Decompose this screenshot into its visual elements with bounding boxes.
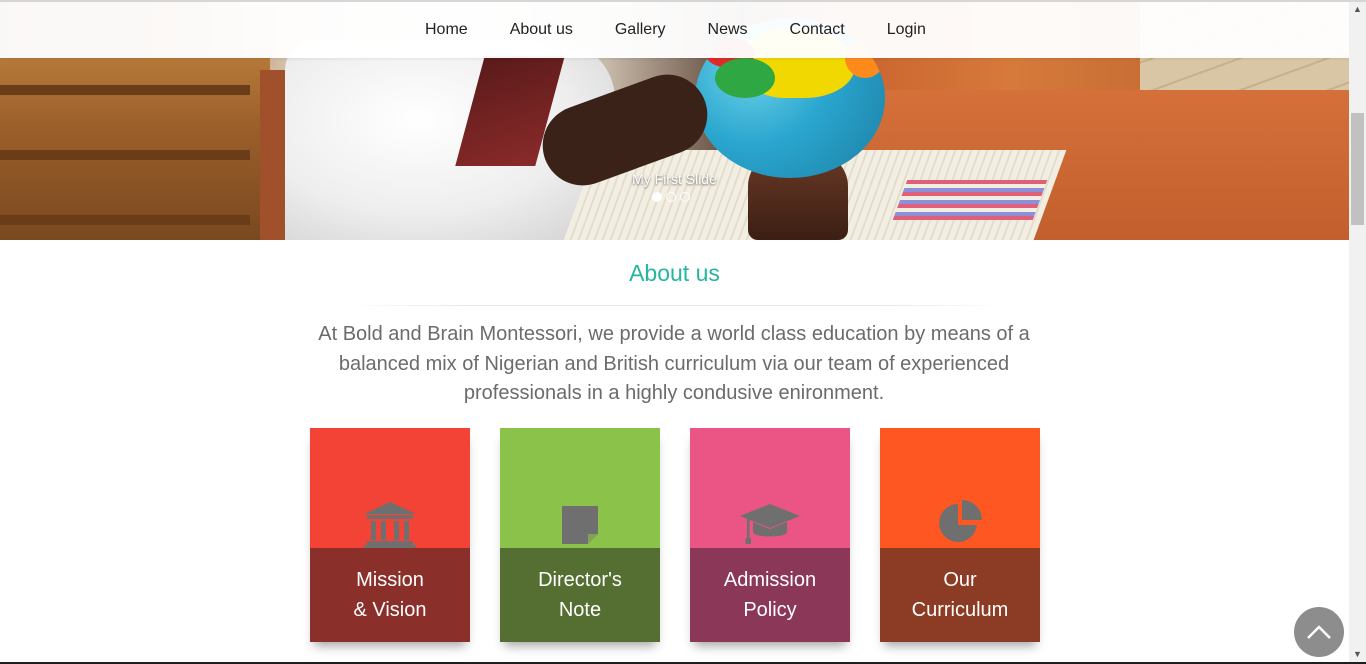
card-directors-note[interactable]: Director's Note (500, 428, 660, 642)
chevron-up-icon (1307, 625, 1331, 639)
card-top (310, 428, 470, 548)
carousel-caption: My First Slide (632, 171, 717, 187)
nav-contact[interactable]: Contact (769, 21, 866, 39)
carousel-indicator-1[interactable] (652, 192, 662, 202)
about-description: At Bold and Brain Montessori, we provide… (318, 323, 1030, 404)
scroll-up-arrow-icon[interactable]: ▲ (1349, 0, 1366, 17)
card-label-line2: Note (558, 599, 602, 621)
vertical-scrollbar[interactable]: ▲ ▼ (1349, 0, 1366, 664)
card-label-line2: Curriculum (911, 599, 1009, 621)
nav-news[interactable]: News (687, 21, 769, 39)
card-label: Director's Note (538, 565, 622, 625)
card-label-line1: Director's (538, 569, 622, 591)
scroll-down-arrow-icon[interactable]: ▼ (1349, 645, 1366, 662)
nav-about-us[interactable]: About us (489, 21, 594, 39)
card-label-line2: & Vision (353, 599, 427, 621)
card-label-line2: Policy (743, 599, 797, 621)
card-top (500, 428, 660, 548)
nav-menu: Home About us Gallery News Contact Login (404, 2, 947, 58)
card-label-line1: Admission (723, 569, 817, 591)
about-divider (345, 305, 1005, 306)
card-label-area: Our Curriculum (880, 548, 1040, 642)
card-top (690, 428, 850, 548)
hero-image-shelf (0, 55, 270, 240)
window-top-border (0, 0, 1366, 2)
back-to-top-button[interactable] (1294, 607, 1344, 657)
pie-chart-icon (939, 500, 982, 542)
card-label-area: Admission Policy (690, 548, 850, 642)
top-navbar: Home About us Gallery News Contact Login (0, 2, 1349, 58)
nav-home[interactable]: Home (404, 21, 489, 39)
graduation-cap-icon (740, 504, 800, 544)
card-label: Admission Policy (724, 565, 816, 625)
carousel-indicator-3[interactable] (680, 192, 690, 202)
building-icon (364, 502, 416, 548)
card-label: Mission & Vision (353, 565, 426, 625)
card-our-curriculum[interactable]: Our Curriculum (880, 428, 1040, 642)
carousel-indicator-2[interactable] (666, 192, 676, 202)
card-admission-policy[interactable]: Admission Policy (690, 428, 850, 642)
page-viewport: My First Slide Home About us Gallery New… (0, 0, 1349, 664)
card-label-line1: Our (943, 569, 977, 591)
scrollbar-thumb[interactable] (1351, 113, 1364, 225)
nav-gallery[interactable]: Gallery (594, 21, 687, 39)
card-mission-vision[interactable]: Mission & Vision (310, 428, 470, 642)
card-label: Our Curriculum (912, 565, 1009, 625)
nav-login[interactable]: Login (866, 21, 947, 39)
about-section-title: About us (629, 260, 720, 286)
card-label-area: Mission & Vision (310, 548, 470, 642)
carousel-indicators (652, 192, 690, 202)
card-label-area: Director's Note (500, 548, 660, 642)
card-top (880, 428, 1040, 548)
card-label-line1: Mission (356, 569, 424, 591)
note-icon (562, 506, 598, 544)
